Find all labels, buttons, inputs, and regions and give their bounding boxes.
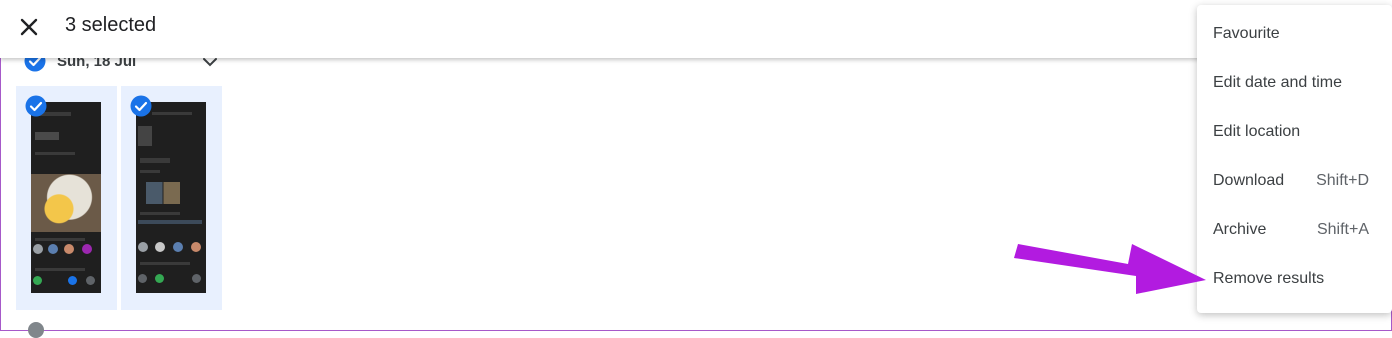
more-options-menu: Favourite Edit date and time Edit locati… <box>1197 5 1392 313</box>
pointer-arrow-icon <box>1014 244 1206 294</box>
menu-item-archive[interactable]: Archive Shift+A <box>1197 206 1392 255</box>
close-selection-button[interactable] <box>10 8 48 46</box>
selected-count: 3 selected <box>65 14 157 36</box>
photo-tile-1[interactable] <box>16 86 117 310</box>
menu-item-label: Download <box>1213 172 1285 189</box>
menu-item-label: Favourite <box>1213 25 1280 42</box>
menu-item-remove-results[interactable]: Remove results <box>1197 255 1392 304</box>
menu-item-edit-location[interactable]: Edit location <box>1197 108 1392 157</box>
photo-thumbnail <box>31 102 101 293</box>
album-thumbnails <box>146 182 180 204</box>
menu-item-label: Edit date and time <box>1213 74 1342 91</box>
selected-check-icon[interactable] <box>130 95 152 117</box>
close-icon <box>20 18 38 36</box>
menu-item-edit-date-time[interactable]: Edit date and time <box>1197 59 1392 108</box>
shortcut-hint: Shift+A <box>1316 221 1369 238</box>
selected-check-icon[interactable] <box>25 95 47 117</box>
shortcut-hint: Shift+D <box>1316 172 1369 189</box>
menu-item-download[interactable]: Download Shift+D <box>1197 157 1392 206</box>
menu-item-label: Remove results <box>1213 270 1325 287</box>
photo-tile-2[interactable] <box>121 86 222 310</box>
food-image <box>31 174 101 232</box>
photo-thumbnail <box>136 102 206 293</box>
next-group-check-icon[interactable] <box>28 322 44 338</box>
menu-item-favourite[interactable]: Favourite <box>1197 10 1392 59</box>
menu-item-label: Archive <box>1213 221 1267 238</box>
menu-item-label: Edit location <box>1213 123 1301 140</box>
selection-toolbar: 3 selected <box>0 0 1392 58</box>
